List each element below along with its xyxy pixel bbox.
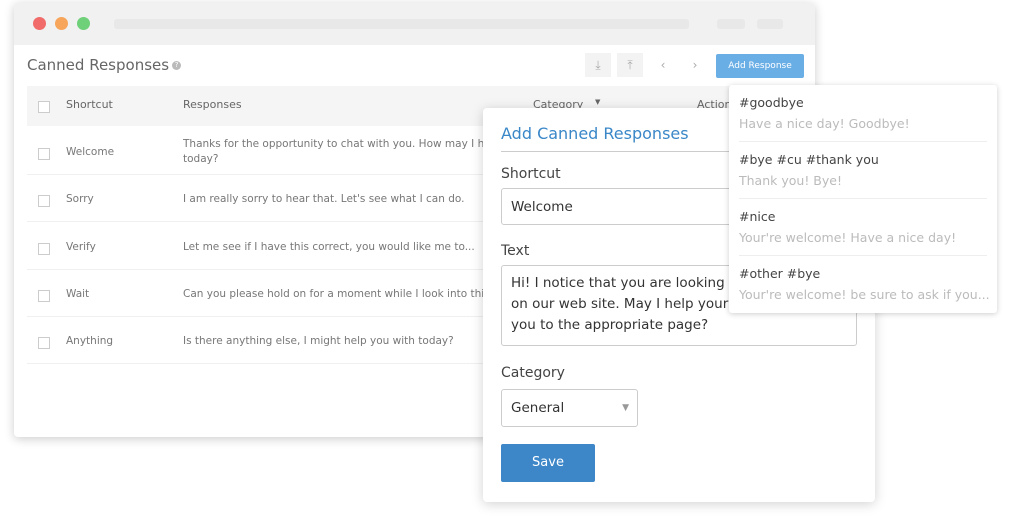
- text-label: Text: [501, 243, 530, 259]
- maximize-dot[interactable]: [77, 17, 90, 30]
- address-bar[interactable]: [114, 19, 689, 29]
- chevron-down-icon: ▼: [622, 403, 629, 413]
- suggestion-item[interactable]: #goodbye Have a nice day! Goodbye!: [739, 85, 987, 142]
- download-icon[interactable]: ⤓: [585, 53, 611, 77]
- row-shortcut: Anything: [66, 335, 114, 347]
- add-response-button[interactable]: Add Response: [716, 54, 804, 78]
- suggestion-tags: #bye #cu #thank you: [739, 152, 879, 167]
- row-response: Is there anything else, I might help you…: [183, 335, 454, 347]
- toolbar-placeholder: [717, 19, 745, 29]
- toolbar-placeholder: [757, 19, 783, 29]
- sort-caret-icon[interactable]: ▼: [595, 98, 600, 106]
- suggestion-text: Your're welcome! be sure to ask if you..…: [739, 287, 990, 302]
- suggestion-item[interactable]: #other #bye Your're welcome! be sure to a…: [739, 256, 990, 313]
- chevron-left-icon[interactable]: ‹: [650, 53, 676, 77]
- upload-icon[interactable]: ⤒: [617, 53, 643, 77]
- shortcut-label: Shortcut: [501, 166, 561, 182]
- divider: [501, 151, 741, 152]
- row-shortcut: Welcome: [66, 146, 115, 158]
- select-all-checkbox[interactable]: [38, 101, 50, 113]
- suggestion-tags: #goodbye: [739, 95, 804, 110]
- row-response: Can you please hold on for a moment whil…: [183, 288, 493, 300]
- category-label: Category: [501, 365, 565, 381]
- row-checkbox[interactable]: [38, 243, 50, 255]
- row-checkbox[interactable]: [38, 148, 50, 160]
- suggestion-tags: #other #bye: [739, 266, 821, 281]
- row-response-cont: today?: [183, 153, 219, 165]
- header-responses: Responses: [183, 98, 242, 111]
- page-title: Canned Responses?: [27, 56, 182, 74]
- help-icon[interactable]: ?: [172, 61, 182, 70]
- suggestion-text: Thank you! Bye!: [739, 173, 842, 188]
- row-response: Thanks for the opportunity to chat with …: [183, 138, 493, 150]
- dialog-title: Add Canned Responses: [501, 124, 689, 143]
- suggestion-tags: #nice: [739, 209, 776, 224]
- row-response: I am really sorry to hear that. Let's se…: [183, 193, 465, 205]
- row-checkbox[interactable]: [38, 337, 50, 349]
- header-shortcut[interactable]: Shortcut: [66, 98, 113, 111]
- category-value: General: [511, 400, 565, 416]
- title-bar: [14, 3, 815, 45]
- row-shortcut: Verify: [66, 241, 96, 253]
- suggestion-item[interactable]: #nice Your're welcome! Have a nice day!: [739, 199, 987, 256]
- row-checkbox[interactable]: [38, 290, 50, 302]
- row-checkbox[interactable]: [38, 195, 50, 207]
- suggestions-dropdown: #goodbye Have a nice day! Goodbye! #bye #c…: [729, 85, 997, 313]
- row-shortcut: Wait: [66, 288, 90, 300]
- suggestion-text: Have a nice day! Goodbye!: [739, 116, 910, 131]
- suggestion-text: Your're welcome! Have a nice day!: [739, 230, 957, 245]
- row-shortcut: Sorry: [66, 193, 94, 205]
- close-dot[interactable]: [33, 17, 46, 30]
- save-button[interactable]: Save: [501, 444, 595, 482]
- suggestion-item[interactable]: #bye #cu #thank you Thank you! Bye!: [739, 142, 987, 199]
- minimize-dot[interactable]: [55, 17, 68, 30]
- chevron-right-icon[interactable]: ›: [682, 53, 708, 77]
- row-response: Let me see if I have this correct, you w…: [183, 241, 475, 253]
- category-select[interactable]: General ▼: [501, 389, 638, 427]
